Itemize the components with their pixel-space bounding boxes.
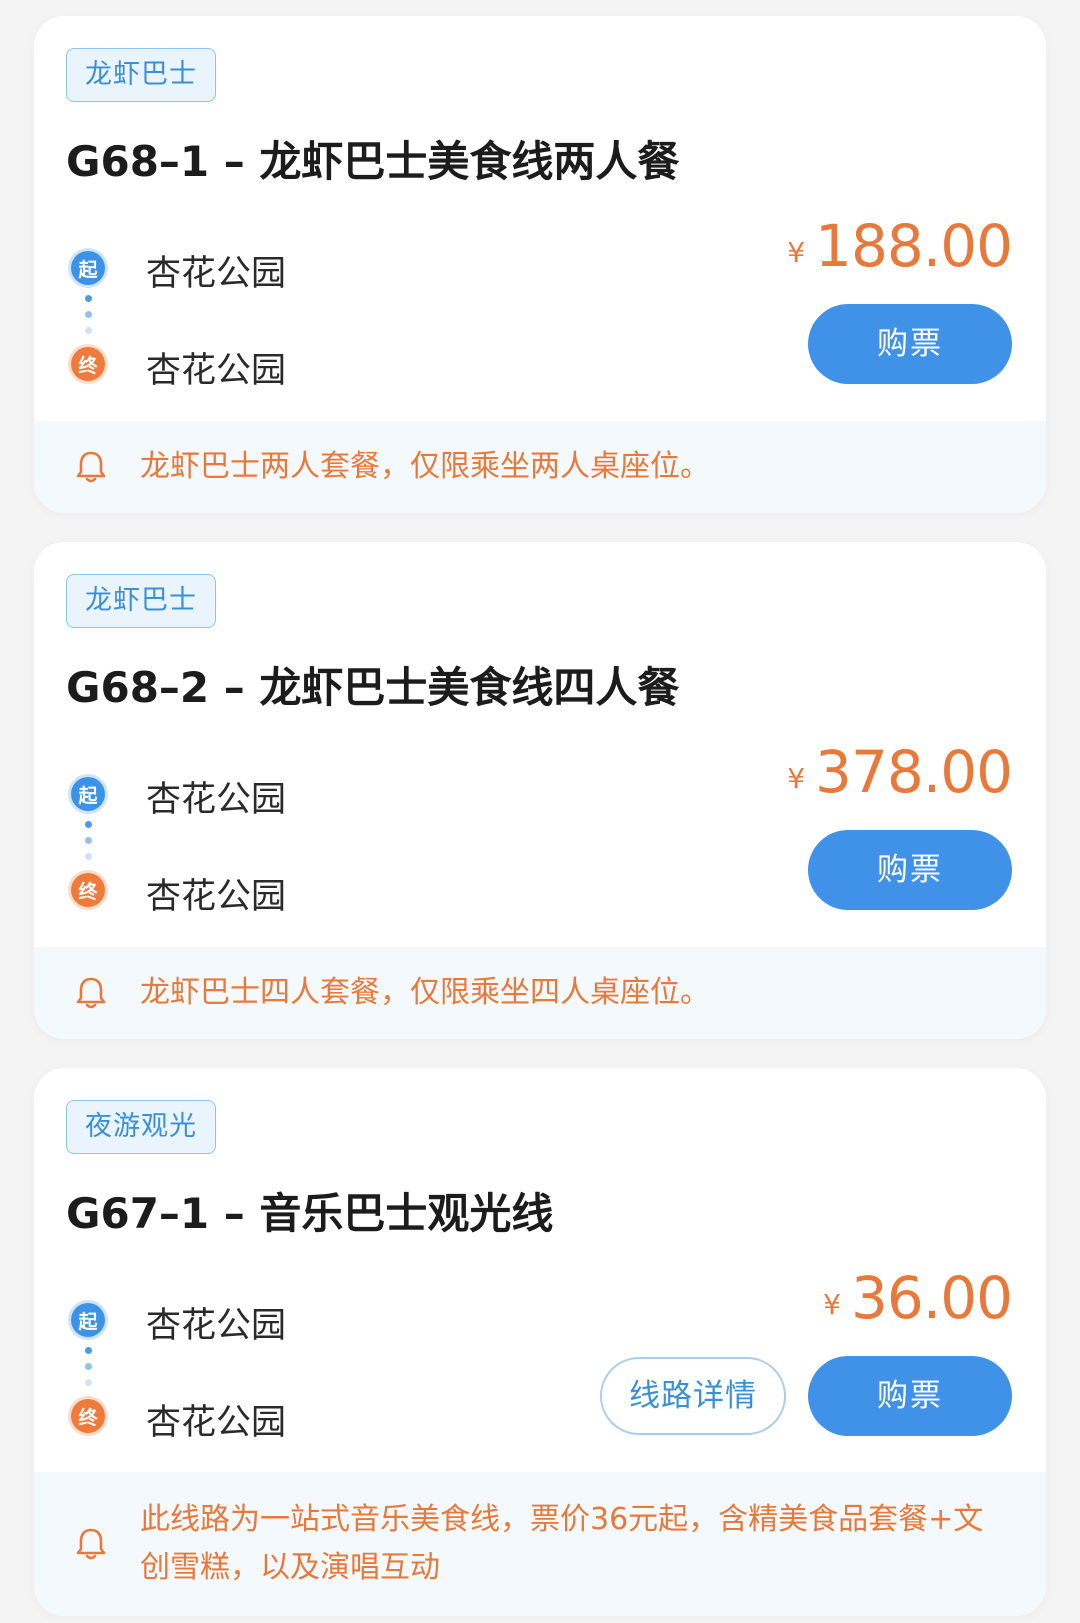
currency-symbol: ¥ — [787, 236, 806, 269]
notice-bar: 龙虾巴士两人套餐，仅限乘坐两人桌座位。 — [34, 421, 1046, 513]
price-amount: 36.00 — [850, 1264, 1013, 1332]
price: ¥188.00 — [787, 212, 1013, 280]
route-title: G68–2 – 龙虾巴士美食线四人餐 — [66, 663, 680, 712]
end-stop-name: 杏花公园 — [146, 1403, 287, 1443]
route-list: 龙虾巴士 G68–1 – 龙虾巴士美食线两人餐 起 终 杏花公园 杏花公园 ¥1… — [0, 0, 1080, 1623]
route-card[interactable]: 龙虾巴士 G68–2 – 龙虾巴士美食线四人餐 起 终 杏花公园 杏花公园 ¥3… — [34, 542, 1046, 1039]
price-amount: 378.00 — [815, 738, 1013, 806]
buy-ticket-button[interactable]: 购票 — [808, 830, 1012, 910]
route-dots — [85, 1347, 93, 1395]
start-stop-name: 杏花公园 — [146, 254, 287, 294]
route-card[interactable]: 夜游观光 G67–1 – 音乐巴士观光线 起 终 杏花公园 杏花公园 ¥36.0… — [34, 1068, 1046, 1616]
notice-text: 此线路为一站式音乐美食线，票价36元起，含精美食品套餐+文创雪糕，以及演唱互动 — [140, 1502, 984, 1585]
bell-icon — [76, 451, 106, 483]
price: ¥378.00 — [787, 738, 1013, 806]
buy-ticket-button[interactable]: 购票 — [808, 304, 1012, 384]
notice-bar: 此线路为一站式音乐美食线，票价36元起，含精美食品套餐+文创雪糕，以及演唱互动 — [34, 1472, 1046, 1616]
buy-ticket-button[interactable]: 购票 — [808, 1356, 1012, 1436]
notice-text: 龙虾巴士两人套餐，仅限乘坐两人桌座位。 — [140, 449, 710, 484]
end-icon: 终 — [71, 1399, 105, 1433]
currency-symbol: ¥ — [787, 762, 806, 795]
notice-text: 龙虾巴士四人套餐，仅限乘坐四人桌座位。 — [140, 975, 710, 1010]
price: ¥36.00 — [823, 1264, 1013, 1332]
start-stop-name: 杏花公园 — [146, 780, 287, 820]
route-category-tag: 龙虾巴士 — [66, 574, 216, 628]
end-icon: 终 — [71, 347, 105, 381]
start-icon: 起 — [71, 251, 105, 285]
route-dots — [85, 295, 93, 343]
start-icon: 起 — [71, 1303, 105, 1337]
end-icon: 终 — [71, 873, 105, 907]
end-stop-name: 杏花公园 — [146, 351, 287, 391]
route-category-tag: 龙虾巴士 — [66, 48, 216, 102]
start-icon: 起 — [71, 777, 105, 811]
route-title: G68–1 – 龙虾巴士美食线两人餐 — [66, 137, 680, 186]
bell-icon — [76, 1528, 106, 1560]
end-stop-name: 杏花公园 — [146, 877, 287, 917]
route-title: G67–1 – 音乐巴士观光线 — [66, 1189, 554, 1238]
start-stop-name: 杏花公园 — [146, 1306, 287, 1346]
currency-symbol: ¥ — [823, 1288, 841, 1321]
route-details-button[interactable]: 线路详情 — [600, 1357, 786, 1435]
notice-bar: 龙虾巴士四人套餐，仅限乘坐四人桌座位。 — [34, 947, 1046, 1039]
price-amount: 188.00 — [815, 212, 1013, 280]
bell-icon — [76, 977, 106, 1009]
route-category-tag: 夜游观光 — [66, 1100, 216, 1154]
route-dots — [85, 821, 93, 869]
route-card[interactable]: 龙虾巴士 G68–1 – 龙虾巴士美食线两人餐 起 终 杏花公园 杏花公园 ¥1… — [34, 16, 1046, 513]
